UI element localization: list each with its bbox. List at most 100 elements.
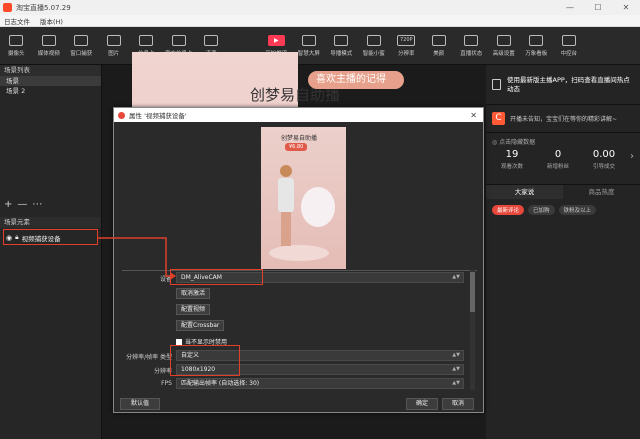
scene-item[interactable]: 场景: [0, 76, 101, 86]
stat-views: 19 观看次数: [500, 149, 523, 170]
chip-latest[interactable]: 最新评论: [492, 205, 525, 215]
toolbar-label: 中控台: [560, 50, 577, 57]
comment-tabs: 大家说 商品热度: [486, 185, 640, 199]
official-card-icon: [171, 34, 186, 46]
toolbar-item[interactable]: 直播状态: [455, 27, 488, 64]
highlight-box: [170, 345, 240, 376]
stats-toggle[interactable]: ◎ 点击隐藏数据: [492, 137, 634, 146]
toolbar-label: 美颜: [433, 50, 445, 57]
menu-bar: 日志文件 版本(H): [0, 15, 640, 27]
preview-title: 创梦易自助播: [281, 135, 318, 142]
dialog-title: 属性 '视频捕获设备': [129, 112, 187, 120]
maximize-button[interactable]: ☐: [584, 0, 612, 15]
chevron-down-icon: ▲▼: [452, 366, 460, 372]
dialog-scrollbar[interactable]: [470, 270, 475, 390]
console-icon: [561, 34, 576, 46]
res-type-label: 分辨率/帧率 类型: [126, 354, 172, 361]
status-icon: [464, 34, 479, 46]
window-controls: — ☐ ✕: [556, 0, 640, 15]
director-icon: [334, 34, 349, 46]
toolbar-item[interactable]: 图片: [98, 27, 131, 64]
checkbox-box[interactable]: [176, 338, 182, 345]
image-icon: [106, 34, 121, 46]
stat-fans: 0 新增粉丝: [546, 149, 569, 170]
tab-comments[interactable]: 大家说: [486, 185, 563, 199]
toolbar-label: 万象看板: [525, 50, 548, 57]
deactivate-button[interactable]: 取消激活: [176, 288, 211, 299]
chip-fans[interactable]: 铁粉及以上: [558, 205, 597, 215]
menu-item-version[interactable]: 版本(H): [40, 16, 63, 26]
cancel-button[interactable]: 取消: [442, 398, 474, 410]
toolbar-item[interactable]: 导播模式: [325, 27, 358, 64]
arrow-annotation: [98, 237, 176, 280]
poster-graphic: [301, 187, 335, 227]
toolbar-item[interactable]: 美颜: [423, 27, 456, 64]
preview-banner: 喜欢主播的记得: [308, 71, 404, 89]
toolbar-label: 导播模式: [330, 50, 353, 57]
camera-icon: [9, 34, 24, 46]
play-icon: [41, 34, 56, 46]
chevron-right-icon[interactable]: ›: [630, 151, 634, 162]
right-panel: 使用最新版主播APP，扫码查看直播间热点动态 C 开播未告知，宝宝们在等你的精彩…: [486, 65, 640, 439]
live-icon: ▶: [267, 34, 285, 46]
minimize-button[interactable]: —: [556, 0, 584, 15]
default-button[interactable]: 默认值: [120, 398, 160, 410]
scene-controls: + — ⋯: [4, 199, 42, 210]
dialog-logo-icon: [118, 111, 125, 119]
toolbar-item[interactable]: 摄像头: [0, 27, 33, 64]
toolbar-label: 高级设置: [492, 50, 515, 57]
close-button[interactable]: ✕: [612, 0, 640, 15]
ok-button[interactable]: 确定: [406, 398, 438, 410]
chevron-down-icon: ▲▼: [452, 380, 460, 386]
dashboard-icon: [529, 34, 544, 46]
highlight-box: [170, 269, 263, 285]
toolbar-item[interactable]: 智能小蜜: [358, 27, 391, 64]
promo-banner[interactable]: 使用最新版主播APP，扫码查看直播间热点动态: [486, 65, 640, 105]
toolbar-label: 摄像头: [7, 50, 25, 57]
stats-panel: ◎ 点击隐藏数据 19 观看次数 0 新增粉丝 0.00 引导成交 ›: [486, 133, 640, 185]
toolbar-item[interactable]: 高级设置: [488, 27, 521, 64]
dialog-close-icon[interactable]: ✕: [470, 111, 477, 120]
toolbar-label: 分辨率: [397, 50, 415, 57]
chevron-down-icon: ▲▼: [452, 274, 460, 280]
beauty-icon: [431, 34, 446, 46]
notice-text: 开播未告知，宝宝们在等你的精彩讲解~: [510, 116, 618, 123]
menu-item-log[interactable]: 日志文件: [4, 16, 30, 26]
settings-icon: [496, 34, 511, 46]
preview-badge: ¥6.80: [285, 143, 308, 151]
taobao-logo-icon: C: [492, 112, 505, 125]
add-scene-button[interactable]: +: [4, 199, 12, 210]
toolbar-label: 直播状态: [460, 50, 483, 57]
toolbar: 摄像头媒体视频窗口捕获图片信息卡官方信息卡连麦▶开始推流智慧大屏导播模式智能小蜜…: [0, 27, 640, 65]
scene-item[interactable]: 场景 2: [0, 86, 101, 96]
highlight-box: [3, 229, 98, 245]
config-video-button[interactable]: 配置视频: [176, 304, 211, 315]
window-icon: [74, 34, 89, 46]
elements-header: 场景元素: [0, 217, 101, 228]
resolution-label: 分辨率: [153, 368, 172, 375]
device-preview: 创梦易自助播 ¥6.80: [261, 127, 346, 269]
phone-icon: [492, 79, 501, 90]
chevron-down-icon: ▲▼: [452, 352, 460, 358]
toolbar-item[interactable]: 720P 分辨率: [390, 27, 423, 64]
toolbar-item[interactable]: 窗口捕获: [65, 27, 98, 64]
toolbar-item[interactable]: 媒体视频: [33, 27, 66, 64]
left-panel: 场景列表 场景 场景 2 + — ⋯ 场景元素 ◉ 🔒︎ 视频捕获设备: [0, 65, 102, 439]
toolbar-label: 媒体视频: [37, 50, 60, 57]
toolbar-item[interactable]: 万象看板: [520, 27, 553, 64]
assistant-icon: [366, 34, 381, 46]
tab-hot-products[interactable]: 商品热度: [563, 185, 640, 199]
title-bar: 淘宝直播5.07.29 — ☐ ✕: [0, 0, 640, 15]
app-logo-icon: [3, 3, 12, 12]
remove-scene-button[interactable]: —: [17, 199, 27, 210]
toolbar-label: 智慧大屏: [297, 50, 320, 57]
chip-carted[interactable]: 已加购: [528, 205, 555, 215]
notice-bar: C 开播未告知，宝宝们在等你的精彩讲解~: [486, 105, 640, 133]
more-scene-button[interactable]: ⋯: [32, 199, 42, 210]
promo-text: 使用最新版主播APP，扫码查看直播间热点动态: [507, 75, 630, 93]
fps-label: FPS: [161, 380, 172, 387]
fps-select[interactable]: 匹配输出帧率 (自动选择: 30) ▲▼: [176, 378, 464, 389]
config-crossbar-button[interactable]: 配置Crossbar: [176, 320, 225, 331]
window-title: 淘宝直播5.07.29: [16, 3, 71, 12]
toolbar-item[interactable]: 中控台: [553, 27, 586, 64]
